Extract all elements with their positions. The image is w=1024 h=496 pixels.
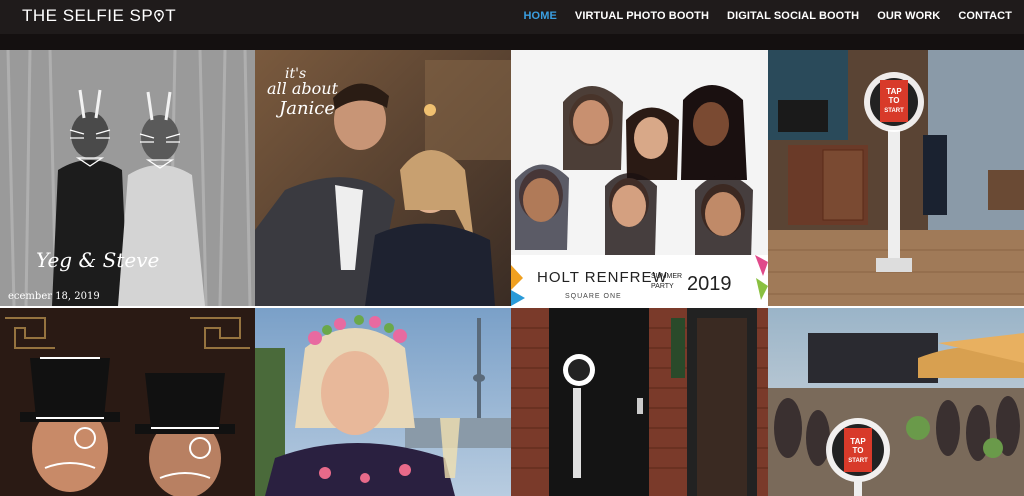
- photo-storefront-image: [511, 308, 768, 496]
- photo-booth-indoor-image: TAP TO START: [768, 50, 1024, 306]
- bunny-script-text: Yeg & Steve: [36, 248, 159, 272]
- holt-renfrew-brand: HOLT RENFREW: [537, 269, 668, 286]
- gallery-photo-janice-couple[interactable]: it's all about Janice: [255, 50, 511, 306]
- nav-contact[interactable]: CONTACT: [958, 10, 1012, 22]
- main-nav: HOME VIRTUAL PHOTO BOOTH DIGITAL SOCIAL …: [506, 10, 1012, 22]
- photo-holt-renfrew-image: HOLT RENFREW SQUARE ONE SUMMER PARTY 201…: [511, 50, 768, 306]
- summer-party-year: 2019: [687, 273, 732, 295]
- booth-screen-tap: TAP: [886, 87, 902, 96]
- summer-party-line2: PARTY: [651, 283, 674, 290]
- photo-janice-couple-image: it's all about Janice: [255, 50, 511, 306]
- brand-name-left: THE SELFIE SP: [22, 6, 154, 25]
- gallery-photo-bunny-couple[interactable]: Yeg & Steve ecember 18, 2019: [0, 50, 255, 306]
- photo-top-hats-image: [0, 308, 255, 496]
- booth-screen-to: TO: [889, 96, 900, 105]
- nav-virtual-photo-booth[interactable]: VIRTUAL PHOTO BOOTH: [575, 10, 709, 22]
- janice-script-line2: all about: [267, 79, 339, 98]
- header-band: [0, 34, 1024, 50]
- brand-logo[interactable]: THE SELFIE SP T: [22, 6, 176, 26]
- gallery-photo-storefront[interactable]: [511, 308, 768, 496]
- patio-booth-screen-tap: TAP: [850, 437, 866, 446]
- patio-booth-screen-start: START: [848, 458, 868, 464]
- summer-party-line1: SUMMER: [651, 273, 682, 280]
- janice-script-line3: Janice: [275, 98, 335, 119]
- brand-name-right: T: [165, 6, 177, 25]
- patio-booth-screen-to: TO: [853, 446, 864, 455]
- booth-screen-start: START: [884, 108, 904, 114]
- gallery-photo-floral-crown[interactable]: [255, 308, 511, 496]
- nav-home[interactable]: HOME: [524, 10, 557, 22]
- nav-digital-social-booth[interactable]: DIGITAL SOCIAL BOOTH: [727, 10, 859, 22]
- photo-rooftop-patio-image: TAP TO START: [768, 308, 1024, 496]
- gallery-photo-top-hats[interactable]: [0, 308, 255, 496]
- nav-our-work[interactable]: OUR WORK: [877, 10, 940, 22]
- photo-gallery: Yeg & Steve ecember 18, 2019 it's all ab…: [0, 50, 1024, 496]
- gallery-photo-holt-renfrew[interactable]: HOLT RENFREW SQUARE ONE SUMMER PARTY 201…: [511, 50, 768, 306]
- photo-floral-crown-image: [255, 308, 511, 496]
- bunny-date-text: ecember 18, 2019: [8, 291, 100, 302]
- top-navbar: THE SELFIE SP T HOME VIRTUAL PHOTO BOOTH …: [0, 0, 1024, 34]
- location-pin-icon: [154, 10, 165, 22]
- gallery-photo-rooftop-patio[interactable]: TAP TO START: [768, 308, 1024, 496]
- holt-renfrew-sub: SQUARE ONE: [565, 293, 622, 300]
- photo-bunny-couple-image: Yeg & Steve ecember 18, 2019: [0, 50, 255, 306]
- gallery-photo-booth-indoor[interactable]: TAP TO START: [768, 50, 1024, 306]
